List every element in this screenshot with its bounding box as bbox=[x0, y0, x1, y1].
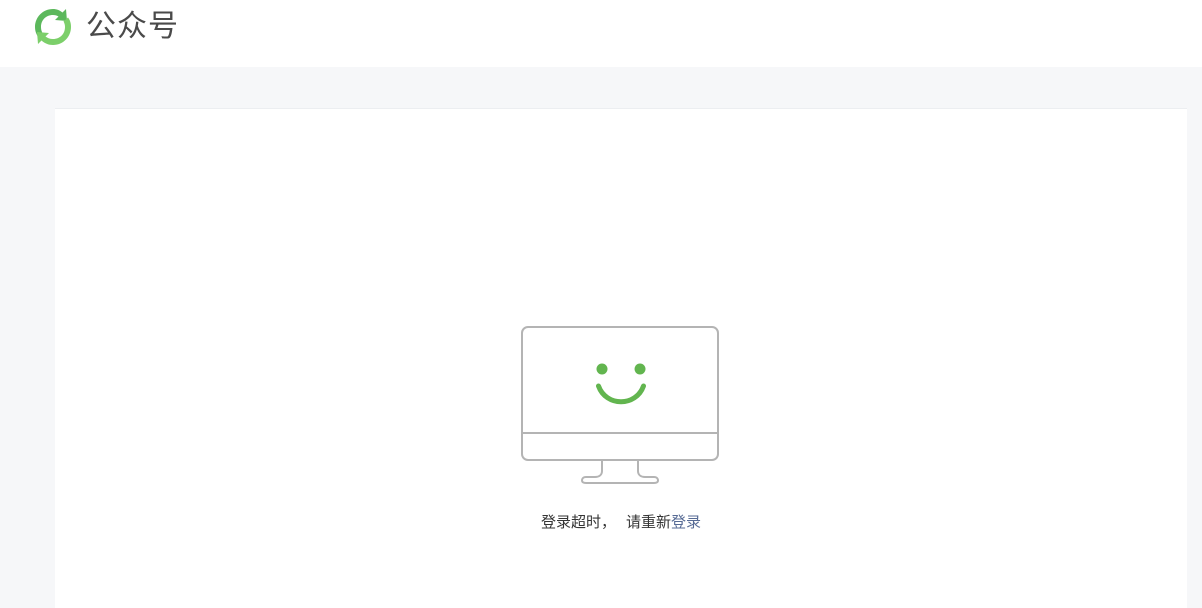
timeout-message-middle: 请重新 bbox=[625, 513, 671, 531]
relogin-link[interactable]: 登录 bbox=[671, 513, 701, 531]
login-timeout-card: 登录超时， 请重新登录 bbox=[55, 108, 1187, 608]
top-header-bar: 公众号 bbox=[0, 0, 1202, 67]
timeout-message-prefix: 登录超时， bbox=[540, 513, 616, 531]
timeout-message: 登录超时， 请重新登录 bbox=[55, 511, 1187, 533]
smiling-monitor-icon bbox=[521, 326, 719, 484]
brand-name[interactable]: 公众号 bbox=[86, 6, 179, 48]
wechat-official-account-logo-icon[interactable] bbox=[31, 6, 75, 48]
